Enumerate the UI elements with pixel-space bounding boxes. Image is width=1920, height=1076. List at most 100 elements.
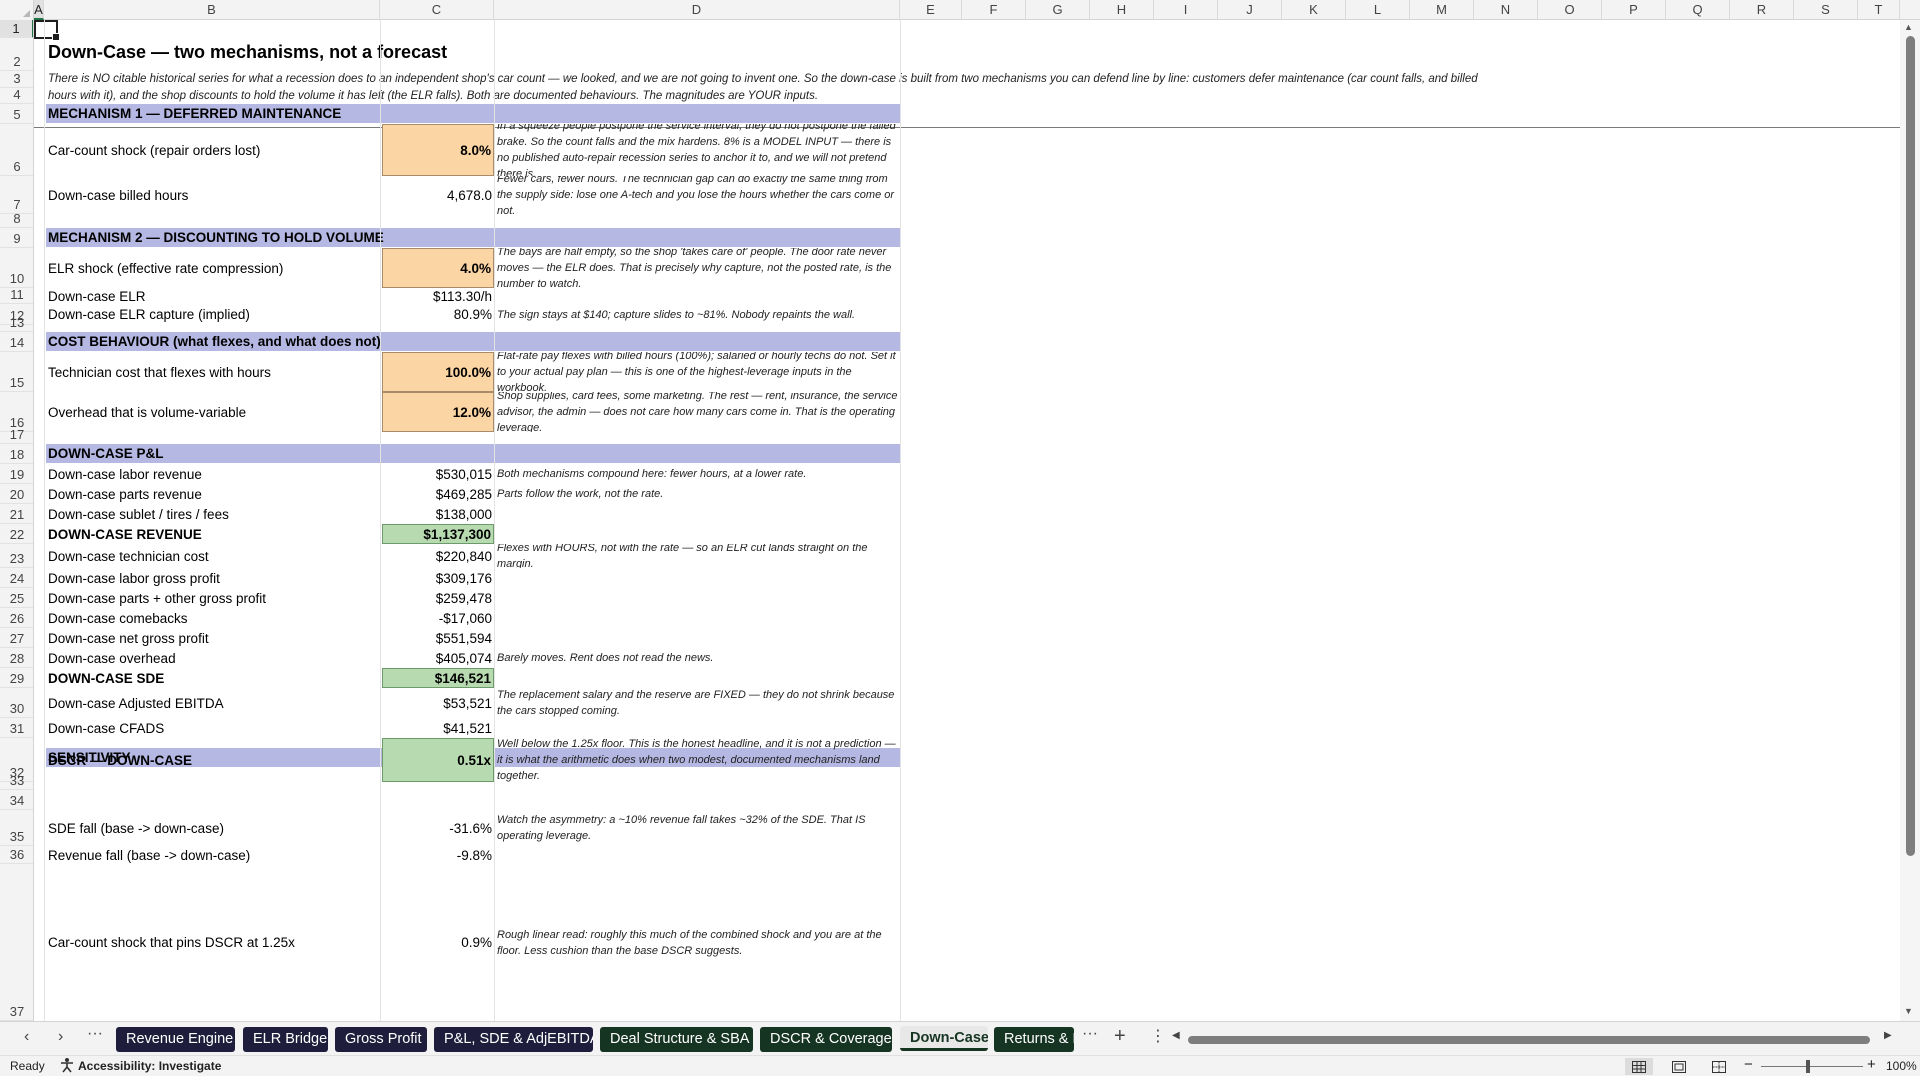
section-mechanism-1[interactable]: MECHANISM 1 — DEFERRED MAINTENANCE bbox=[46, 104, 901, 123]
row-header-34[interactable]: 34 bbox=[0, 790, 33, 810]
row-header-13[interactable]: 13 bbox=[0, 315, 33, 332]
row-header-33[interactable]: 33 bbox=[0, 773, 33, 790]
horizontal-scroll-thumb[interactable] bbox=[1188, 1036, 1870, 1044]
row-label[interactable]: Down-case billed hours bbox=[46, 176, 380, 214]
value-cell[interactable]: $113.30/h bbox=[382, 288, 494, 304]
result-cell[interactable]: $1,137,300 bbox=[382, 524, 494, 544]
sheet-tab-deal-structure-sba[interactable]: Deal Structure & SBA bbox=[600, 1027, 753, 1052]
row-label[interactable]: Down-case ELR capture (implied) bbox=[46, 304, 380, 325]
row-header-6[interactable]: 6 bbox=[0, 124, 33, 176]
vertical-scrollbar[interactable]: ▲ ▼ bbox=[1900, 20, 1920, 1021]
column-header-t[interactable]: T bbox=[1858, 0, 1900, 20]
row-header-30[interactable]: 30 bbox=[0, 688, 33, 718]
row-label[interactable]: Car-count shock that pins DSCR at 1.25x bbox=[46, 864, 380, 1021]
sheet-tab-dscr-coverage[interactable]: DSCR & Coverage bbox=[760, 1027, 892, 1052]
row-label[interactable]: Down-case overhead bbox=[46, 648, 380, 668]
value-cell[interactable]: -9.8% bbox=[382, 846, 494, 864]
row-header-15[interactable]: 15 bbox=[0, 352, 33, 392]
value-cell[interactable]: $138,000 bbox=[382, 504, 494, 524]
vertical-scroll-thumb[interactable] bbox=[1906, 36, 1915, 856]
row-header-31[interactable]: 31 bbox=[0, 718, 33, 738]
column-header-b[interactable]: B bbox=[44, 0, 380, 20]
value-cell[interactable]: 80.9% bbox=[382, 304, 494, 325]
row-header-19[interactable]: 19 bbox=[0, 464, 33, 484]
column-header-h[interactable]: H bbox=[1090, 0, 1154, 20]
row-label[interactable]: DSCR — DOWN-CASE bbox=[46, 738, 380, 782]
row-header-26[interactable]: 26 bbox=[0, 608, 33, 628]
sheet-tab-p-l-sde-adjebitda[interactable]: P&L, SDE & AdjEBITDA bbox=[434, 1027, 593, 1052]
row-label[interactable]: ELR shock (effective rate compression) bbox=[46, 248, 380, 288]
row-label[interactable]: Down-case parts + other gross profit bbox=[46, 588, 380, 608]
row-label[interactable]: Down-case parts revenue bbox=[46, 484, 380, 504]
value-cell[interactable]: $220,840 bbox=[382, 544, 494, 568]
column-header-l[interactable]: L bbox=[1346, 0, 1410, 20]
active-cell-a1[interactable] bbox=[34, 20, 60, 41]
row-label[interactable]: DOWN-CASE REVENUE bbox=[46, 524, 380, 544]
row-label[interactable]: Down-case sublet / tires / fees bbox=[46, 504, 380, 524]
row-header-27[interactable]: 27 bbox=[0, 628, 33, 648]
chevron-left-icon[interactable]: ‹ bbox=[24, 1028, 29, 1046]
column-header-d[interactable]: D bbox=[494, 0, 900, 20]
accessibility-status[interactable]: Accessibility: Investigate bbox=[78, 1059, 221, 1073]
input-cell[interactable]: 8.0% bbox=[382, 124, 494, 176]
row-header-20[interactable]: 20 bbox=[0, 484, 33, 504]
row-label[interactable]: Down-case technician cost bbox=[46, 544, 380, 568]
column-header-o[interactable]: O bbox=[1538, 0, 1602, 20]
section-cost-behaviour[interactable]: COST BEHAVIOUR (what flexes, and what do… bbox=[46, 332, 901, 351]
zoom-slider[interactable] bbox=[1761, 1066, 1863, 1067]
accessibility-icon[interactable] bbox=[60, 1057, 74, 1076]
input-cell[interactable]: 4.0% bbox=[382, 248, 494, 288]
value-cell[interactable]: $530,015 bbox=[382, 464, 494, 484]
row-header-5[interactable]: 5 bbox=[0, 104, 33, 124]
row-header-22[interactable]: 22 bbox=[0, 524, 33, 544]
result-cell[interactable]: 0.51x bbox=[382, 738, 494, 782]
column-header-c[interactable]: C bbox=[380, 0, 494, 20]
column-header-a[interactable]: A bbox=[34, 0, 44, 20]
row-header-4[interactable]: 4 bbox=[0, 87, 33, 104]
row-header-35[interactable]: 35 bbox=[0, 810, 33, 846]
row-label[interactable]: Technician cost that flexes with hours bbox=[46, 352, 380, 392]
value-cell[interactable]: 4,678.0 bbox=[382, 176, 494, 214]
row-header-25[interactable]: 25 bbox=[0, 588, 33, 608]
column-header-n[interactable]: N bbox=[1474, 0, 1538, 20]
zoom-out-button[interactable]: − bbox=[1744, 1056, 1753, 1073]
input-cell[interactable]: 12.0% bbox=[382, 392, 494, 432]
sheet-tab-gross-profit[interactable]: Gross Profit bbox=[335, 1027, 427, 1052]
page-break-icon[interactable] bbox=[1705, 1058, 1733, 1075]
column-header-k[interactable]: K bbox=[1282, 0, 1346, 20]
scroll-left-icon[interactable]: ◀ bbox=[1172, 1030, 1180, 1041]
zoom-in-button[interactable]: + bbox=[1867, 1056, 1876, 1073]
row-header-3[interactable]: 3 bbox=[0, 71, 33, 88]
row-header-29[interactable]: 29 bbox=[0, 668, 33, 688]
zoom-slider-thumb[interactable] bbox=[1806, 1060, 1810, 1073]
value-cell[interactable]: -31.6% bbox=[382, 810, 494, 846]
row-header-16[interactable]: 16 bbox=[0, 392, 33, 432]
tabs-overflow-left-button[interactable]: ··· bbox=[87, 1025, 103, 1043]
row-header-10[interactable]: 10 bbox=[0, 248, 33, 288]
value-cell[interactable]: -$17,060 bbox=[382, 608, 494, 628]
scroll-down-arrow-icon[interactable]: ▼ bbox=[1904, 1006, 1913, 1016]
column-header-p[interactable]: P bbox=[1602, 0, 1666, 20]
column-header-i[interactable]: I bbox=[1154, 0, 1218, 20]
select-all-button[interactable] bbox=[0, 0, 34, 20]
value-cell[interactable]: 0.9% bbox=[382, 864, 494, 1021]
result-cell[interactable]: $146,521 bbox=[382, 668, 494, 688]
row-header-8[interactable]: 8 bbox=[0, 211, 33, 228]
row-header-11[interactable]: 11 bbox=[0, 287, 33, 304]
row-label[interactable]: Down-case labor gross profit bbox=[46, 568, 380, 588]
tabs-overflow-right-button[interactable]: ··· bbox=[1082, 1025, 1098, 1043]
row-header-21[interactable]: 21 bbox=[0, 504, 33, 524]
section-mechanism-2[interactable]: MECHANISM 2 — DISCOUNTING TO HOLD VOLUME bbox=[46, 228, 901, 247]
column-header-r[interactable]: R bbox=[1730, 0, 1794, 20]
more-options-button[interactable]: ⋮ bbox=[1150, 1026, 1166, 1046]
row-header-7[interactable]: 7 bbox=[0, 176, 33, 214]
column-header-f[interactable]: F bbox=[962, 0, 1026, 20]
row-label[interactable]: Revenue fall (base -> down-case) bbox=[46, 846, 380, 864]
new-sheet-button[interactable]: + bbox=[1114, 1025, 1126, 1048]
row-label[interactable]: Car-count shock (repair orders lost) bbox=[46, 124, 380, 176]
normal-view-icon[interactable] bbox=[1625, 1058, 1653, 1075]
column-header-j[interactable]: J bbox=[1218, 0, 1282, 20]
column-header-m[interactable]: M bbox=[1410, 0, 1474, 20]
row-label[interactable]: Down-case labor revenue bbox=[46, 464, 380, 484]
column-header-e[interactable]: E bbox=[900, 0, 962, 20]
